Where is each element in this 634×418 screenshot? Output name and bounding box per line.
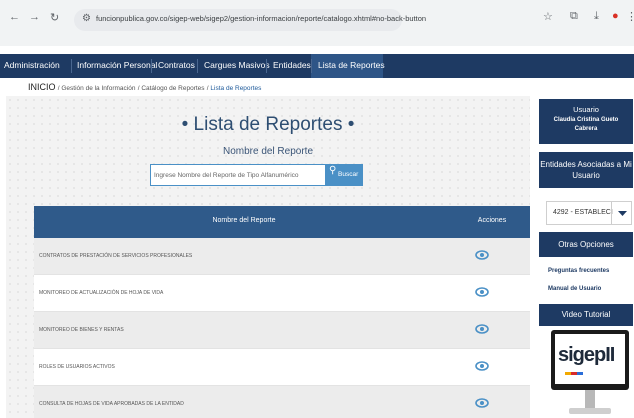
menu-kebab-icon[interactable]: ⋮: [626, 10, 634, 23]
entities-heading: Entidades Asociadas a Mi Usuario: [539, 152, 633, 188]
table-row: Consulta de hojas de vida aprobadas de l…: [34, 386, 530, 418]
nav-divider: [71, 59, 72, 73]
search-icon: ⚲: [329, 165, 337, 176]
search-label: Nombre del Reporte: [222, 146, 314, 157]
breadcrumb-item[interactable]: Gestión de la Información: [61, 85, 135, 92]
table-row: Monitoreo de actualización de hoja de vi…: [34, 275, 530, 312]
breadcrumb-root[interactable]: INICIO: [28, 82, 56, 92]
entity-select[interactable]: 4292 - ESTABLECI: [546, 201, 632, 225]
select-dropdown[interactable]: [611, 202, 632, 224]
report-name: Roles de usuarios activos: [39, 364, 115, 370]
extensions-icon[interactable]: ⧉: [570, 10, 578, 23]
download-icon[interactable]: ⤓: [594, 10, 599, 23]
nav-divider: [311, 59, 312, 73]
other-options-heading: Otras Opciones: [539, 232, 633, 257]
table-row: Roles de usuarios activos: [34, 349, 530, 386]
sigep-logo-text: sigepII: [558, 344, 615, 366]
report-name: Monitoreo de actualización de hoja de vi…: [39, 290, 164, 296]
faq-link[interactable]: Preguntas frecuentes: [548, 268, 609, 274]
table-row: Monitoreo de bienes y rentas: [34, 312, 530, 349]
address-bar[interactable]: ⚙ funcionpublica.gov.co/sigep-web/sigep2…: [74, 9, 426, 31]
table-header: Nombre del Reporte Acciones: [34, 206, 530, 238]
breadcrumb: INICIO / Gestión de la Información / Cat…: [28, 82, 262, 92]
nav-item-contratos[interactable]: Contratos: [158, 60, 195, 70]
nav-item-informacion-personal[interactable]: Información Personal: [77, 60, 157, 70]
report-name: Monitoreo de bienes y rentas: [39, 327, 124, 333]
nav-divider: [266, 59, 267, 73]
nav-divider: [151, 59, 152, 73]
nav-item-entidades[interactable]: Entidades: [273, 60, 311, 70]
nav-item-administracion[interactable]: Administración: [4, 60, 60, 70]
view-eye-icon[interactable]: [474, 284, 490, 300]
back-icon[interactable]: ←: [9, 11, 20, 23]
chevron-down-icon: [618, 211, 627, 216]
site-settings-icon[interactable]: ⚙: [82, 13, 91, 24]
user-panel: Usuario Claudia Cristina Gueto Cabrera: [539, 99, 633, 144]
view-eye-icon[interactable]: [474, 395, 490, 411]
report-name: Contratos de prestación de servicios pro…: [39, 253, 193, 259]
report-search-input[interactable]: [150, 164, 326, 186]
search-button-label: Buscar: [338, 171, 359, 178]
view-eye-icon[interactable]: [474, 321, 490, 337]
nav-item-lista-reportes[interactable]: Lista de Reportes: [318, 60, 385, 70]
report-name: Consulta de hojas de vida aprobadas de l…: [39, 401, 184, 407]
user-heading: Usuario: [573, 105, 599, 114]
nav-divider: [197, 59, 198, 73]
table-row: Contratos de prestación de servicios pro…: [34, 238, 530, 275]
breadcrumb-item[interactable]: Catálogo de Reportes: [141, 85, 204, 92]
search-button[interactable]: ⚲ Buscar: [326, 164, 363, 186]
user-name: Claudia Cristina Gueto Cabrera: [553, 117, 619, 132]
main-panel: • Lista de Reportes • Nombre del Reporte…: [6, 96, 530, 418]
url-text: funcionpublica.gov.co/sigep-web/sigep2/g…: [96, 14, 427, 23]
browser-toolbar: ← → ↻ ⚙ funcionpublica.gov.co/sigep-web/…: [0, 0, 634, 46]
view-eye-icon[interactable]: [474, 358, 490, 374]
entity-select-value: 4292 - ESTABLECI: [553, 209, 613, 216]
page-title: • Lista de Reportes •: [181, 114, 355, 135]
bookmark-star-icon[interactable]: ☆: [543, 10, 553, 23]
user-manual-link[interactable]: Manual de Usuario: [548, 286, 601, 292]
breadcrumb-current: Lista de Reportes: [210, 85, 262, 92]
main-nav: Administración Información Personal Cont…: [0, 54, 634, 78]
view-eye-icon[interactable]: [474, 247, 490, 263]
nav-item-cargues-masivos[interactable]: Cargues Masivos: [204, 60, 270, 70]
profile-icon[interactable]: ●: [612, 10, 619, 22]
column-header-name: Nombre del Reporte: [212, 217, 276, 224]
reports-table: Nombre del Reporte Acciones Contratos de…: [34, 206, 530, 418]
column-header-actions: Acciones: [477, 217, 507, 224]
video-tutorial-heading: Video Tutorial: [539, 304, 633, 326]
reload-icon[interactable]: ↻: [50, 11, 59, 24]
forward-icon[interactable]: →: [29, 11, 40, 23]
